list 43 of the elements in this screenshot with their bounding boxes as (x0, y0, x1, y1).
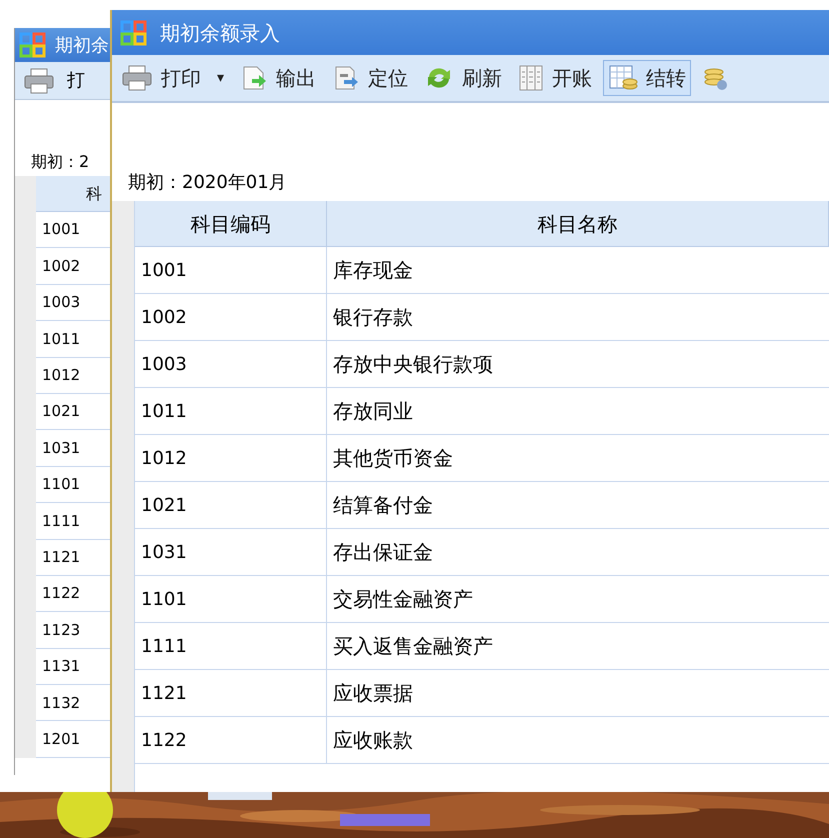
toolbar-button[interactable]: 定位 (327, 60, 414, 96)
caret-icon: ▾ (217, 68, 224, 88)
print-button[interactable]: 打 (23, 66, 85, 94)
table-cell-text: 买入返售金融资产 (332, 633, 494, 660)
period-label: 期初：2 (31, 151, 90, 173)
window-title: 期初余 (55, 34, 109, 58)
app-logo-icon (120, 20, 148, 46)
table-cell-text: 其他货币资金 (332, 445, 454, 472)
table-cell: 1012 (135, 435, 327, 481)
toolbar-button[interactable]: 刷新 (419, 60, 508, 96)
table-cell: 1122 (135, 717, 327, 763)
table-cell-text: 存放中央银行款项 (332, 351, 494, 378)
table-cell-text: 存出保证金 (332, 539, 434, 566)
table-cell: 1011 (135, 388, 327, 434)
table-cell-text: 存放同业 (332, 398, 414, 425)
table-cell-text: 交易性金融资产 (332, 586, 474, 613)
window-title: 期初余额录入 (160, 20, 280, 46)
table-cell: 1121 (135, 670, 327, 716)
table-cell: 1001 (135, 247, 327, 293)
table-cell-text: 库存现金 (332, 257, 414, 284)
ledger-icon (518, 64, 544, 92)
toolbar-button[interactable]: 开账 (513, 60, 598, 96)
table-cell-text: 应收账款 (332, 727, 414, 754)
transfer-icon (608, 64, 638, 92)
table-cell: 1003 (135, 341, 327, 387)
table-cell: 1031 (135, 529, 327, 575)
table-cell: 1002 (135, 294, 327, 340)
printer-icon (121, 64, 153, 92)
print-button[interactable]: 打印 ▾ (116, 60, 230, 96)
table-cell-text: 应收票据 (332, 680, 414, 707)
table-cell-text: 结算备付金 (332, 492, 434, 519)
printer-icon (23, 66, 55, 94)
table-cell: 1111 (135, 623, 327, 669)
column-header: 科 (86, 182, 102, 204)
column-header: 科目编码 (135, 201, 327, 246)
toolbar-button[interactable]: 结转 (603, 60, 692, 96)
column-header: 科目名称 (327, 201, 829, 246)
table-cell-text: 银行存款 (332, 304, 414, 331)
period-label: 期初：2020年01月 (128, 170, 287, 194)
toolbar-button[interactable]: 输出 (235, 60, 322, 96)
table-cell: 1021 (135, 482, 327, 528)
table-cell: 1101 (135, 576, 327, 622)
app-logo-icon (19, 32, 47, 58)
